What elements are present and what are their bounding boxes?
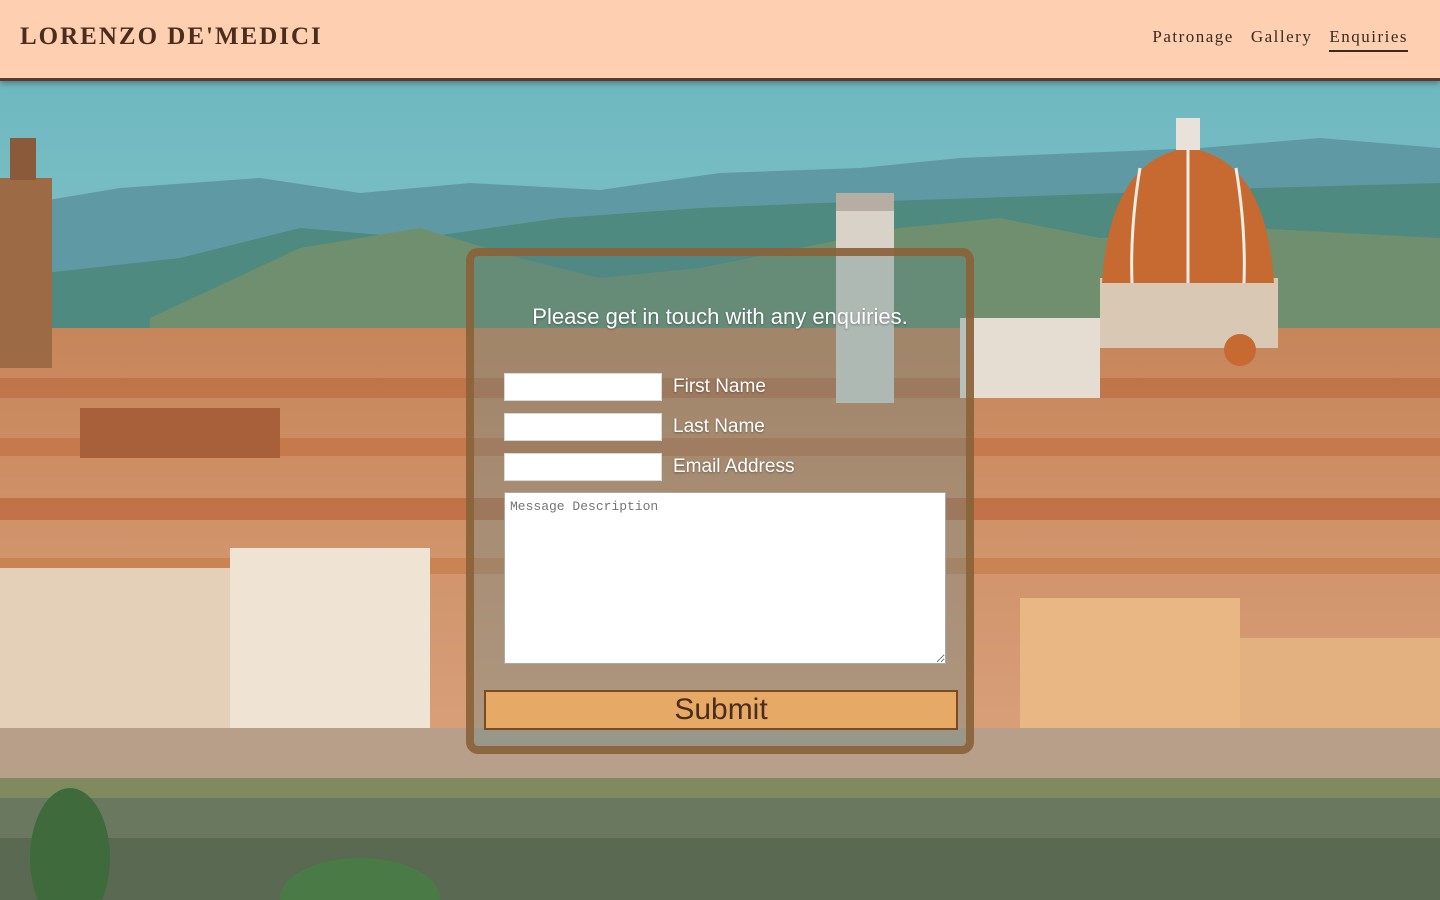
enquiry-form-panel: Please get in touch with any enquiries. … (466, 248, 974, 754)
nav-link-patronage[interactable]: Patronage (1152, 27, 1233, 52)
last-name-input[interactable] (504, 413, 662, 441)
nav-link-enquiries[interactable]: Enquiries (1329, 27, 1408, 52)
email-input[interactable] (504, 453, 662, 481)
first-name-row: First Name (504, 372, 766, 402)
form-title: Please get in touch with any enquiries. (532, 304, 908, 329)
first-name-input[interactable] (504, 373, 662, 401)
site-header: LORENZO DE'MEDICI Patronage Gallery Enqu… (0, 0, 1440, 78)
last-name-row: Last Name (504, 412, 765, 442)
main-nav: Patronage Gallery Enquiries (1152, 27, 1408, 52)
nav-link-gallery[interactable]: Gallery (1251, 27, 1312, 52)
first-name-label: First Name (673, 376, 766, 397)
submit-button[interactable]: Submit (484, 690, 958, 730)
message-textarea[interactable] (504, 492, 946, 664)
site-brand[interactable]: LORENZO DE'MEDICI (20, 23, 323, 51)
last-name-label: Last Name (673, 416, 765, 437)
email-row: Email Address (504, 452, 794, 482)
email-label: Email Address (673, 456, 795, 477)
